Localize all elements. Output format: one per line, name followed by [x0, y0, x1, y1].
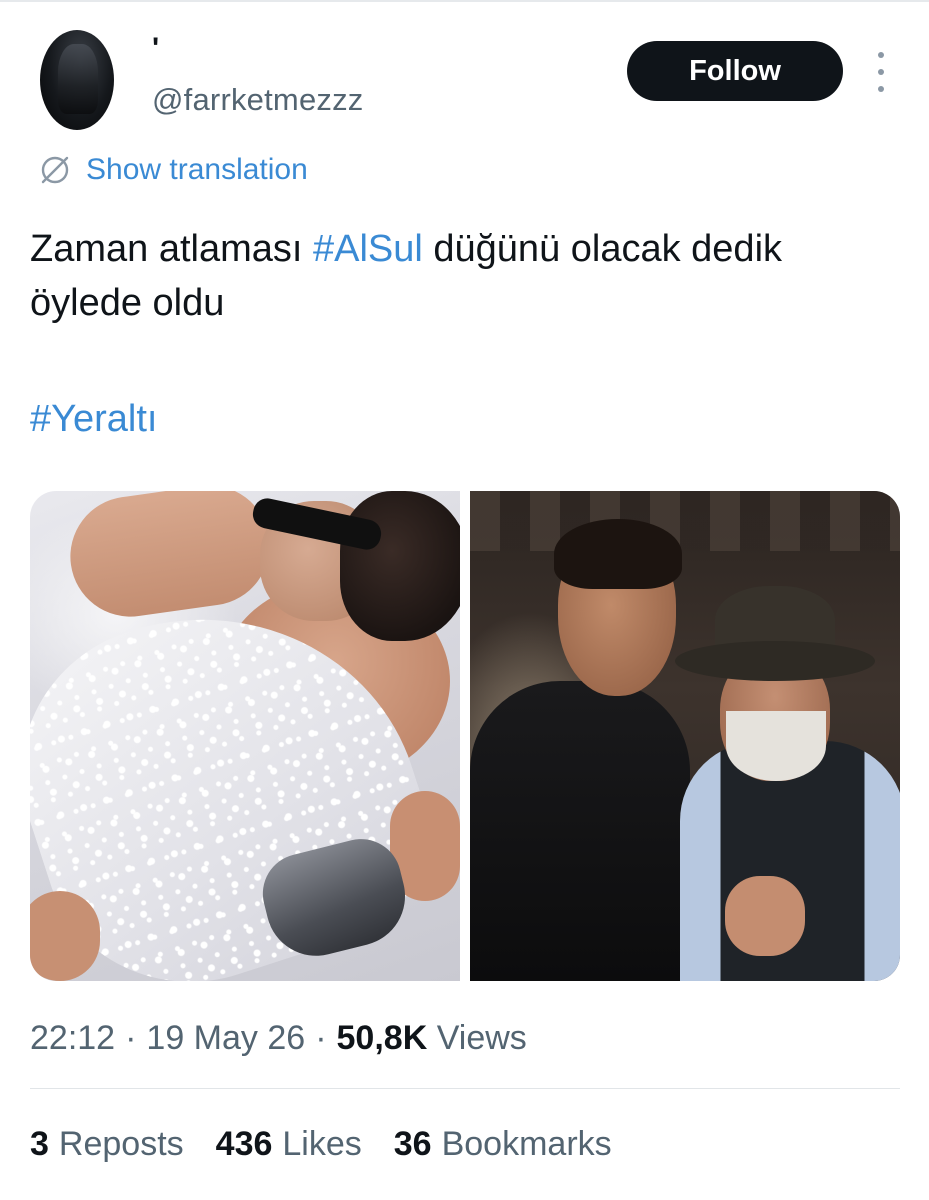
follow-button[interactable]: Follow [627, 41, 843, 101]
meta-separator: · [125, 1019, 137, 1057]
photo-shape [725, 876, 805, 956]
tweet-text-prefix: Zaman atlaması [30, 228, 313, 270]
media-grid [30, 491, 900, 981]
photo-two-men[interactable] [470, 491, 900, 981]
show-translation-label: Show translation [86, 153, 308, 186]
more-dot [878, 86, 884, 92]
reposts-stat[interactable]: 3 Reposts [30, 1124, 184, 1164]
likes-label: Likes [282, 1125, 362, 1163]
translate-icon [41, 156, 69, 184]
photo-woman-white-dress[interactable] [30, 491, 460, 981]
tweet-time[interactable]: 22:12 [30, 1018, 115, 1058]
likes-count: 436 [215, 1125, 273, 1163]
display-name[interactable]: ' [152, 34, 159, 64]
more-dot [878, 52, 884, 58]
likes-stat[interactable]: 436 Likes [216, 1124, 362, 1164]
show-translation-link[interactable]: Show translation [38, 150, 308, 190]
hashtag-yeralti[interactable]: #Yeraltı [30, 392, 157, 446]
photo-shape [726, 711, 826, 781]
more-dot [878, 69, 884, 75]
engagement-stats: 3 Reposts 436 Likes 36 Bookmarks [30, 1124, 612, 1164]
views-count: 50,8K [336, 1019, 428, 1057]
photo-shape [62, 491, 278, 625]
reposts-label: Reposts [58, 1125, 184, 1163]
photo-shape [554, 519, 682, 589]
hashtag-alsul[interactable]: #AlSul [313, 228, 423, 270]
avatar[interactable] [40, 30, 114, 130]
meta-separator: · [315, 1019, 327, 1057]
photo-shape [675, 641, 875, 681]
views-label: Views [436, 1019, 527, 1057]
tweet-text: Zaman atlaması #AlSul düğünü olacak dedi… [30, 222, 890, 330]
tweet-date[interactable]: 19 May 26 [146, 1018, 305, 1058]
stats-divider [30, 1088, 900, 1089]
views-stat[interactable]: 50,8K Views [337, 1018, 527, 1058]
reposts-count: 3 [30, 1125, 49, 1163]
photo-shape [470, 491, 900, 551]
user-handle[interactable]: @farrketmezzz [152, 82, 364, 118]
photo-shape [340, 491, 460, 641]
avatar-figure [58, 44, 98, 114]
photo-shape [470, 681, 690, 981]
bookmarks-count: 36 [393, 1125, 432, 1163]
bookmarks-stat[interactable]: 36 Bookmarks [394, 1124, 612, 1164]
bookmarks-label: Bookmarks [441, 1125, 612, 1163]
top-divider [0, 0, 929, 2]
photo-shape [30, 891, 100, 981]
more-options-icon[interactable] [872, 52, 890, 92]
tweet-meta: 22:12 · 19 May 26 · 50,8K Views [30, 1018, 527, 1058]
